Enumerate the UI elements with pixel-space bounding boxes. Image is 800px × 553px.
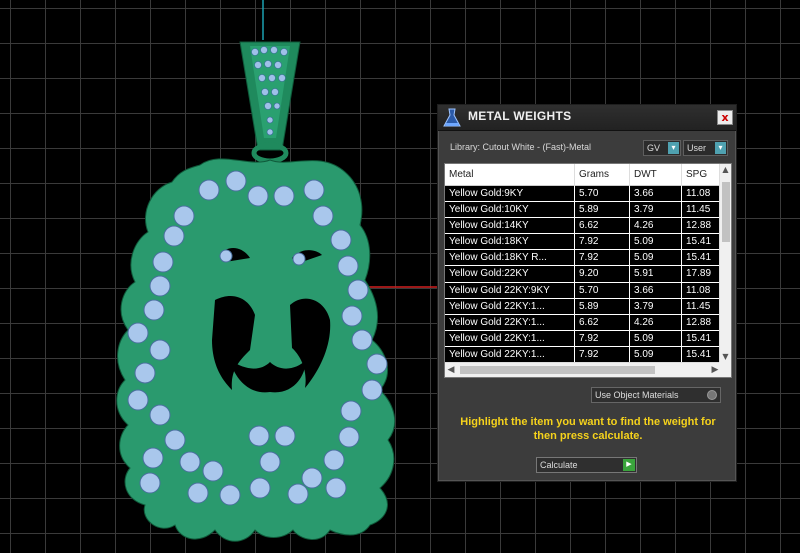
cell-dwt: 5.91 (630, 266, 682, 283)
cell-dwt: 5.09 (630, 330, 682, 347)
panel-title: METAL WEIGHTS (468, 109, 572, 123)
table-row[interactable]: Yellow Gold:10KY 5.89 3.79 11.45 (445, 202, 721, 219)
cell-metal: Yellow Gold:9KY (445, 186, 575, 202)
cell-metal: Yellow Gold:18KY R... (445, 250, 575, 267)
cell-spg: 11.45 (686, 204, 711, 216)
cell-grams: 5.89 (575, 202, 630, 219)
table-row[interactable]: Yellow Gold:18KY R... 7.92 5.09 15.41 (445, 250, 721, 267)
cell-dwt: 4.26 (630, 218, 682, 235)
metal-weights-panel: METAL WEIGHTS x Library: Cutout White - … (437, 104, 737, 482)
cell-grams: 6.62 (575, 218, 630, 235)
cell-dwt: 3.66 (630, 186, 682, 202)
table-row[interactable]: Yellow Gold 22KY:1... 7.92 5.09 15.41 (445, 330, 721, 347)
cell-dwt: 5.09 (630, 346, 682, 363)
cell-grams: 5.70 (575, 282, 630, 299)
cell-dwt: 4.26 (630, 314, 682, 331)
cell-spg: 12.88 (686, 316, 712, 328)
cell-grams: 5.70 (575, 186, 630, 202)
table-row[interactable]: Yellow Gold 22KY:1... 7.92 5.09 15.41 (445, 346, 721, 364)
scroll-thumb[interactable] (722, 182, 730, 242)
calculate-label: Calculate (540, 460, 578, 470)
cell-metal: Yellow Gold:18KY (445, 234, 575, 251)
cell-metal: Yellow Gold:14KY (445, 218, 575, 235)
flask-icon (443, 108, 461, 127)
cell-metal: Yellow Gold 22KY:1... (445, 314, 575, 331)
cell-spg: 15.41 (686, 252, 712, 264)
cell-dwt: 3.79 (630, 202, 682, 219)
gv-select-value: GV (647, 143, 661, 153)
table-row[interactable]: Yellow Gold:18KY 7.92 5.09 15.41 (445, 234, 721, 251)
table-row[interactable]: Yellow Gold:22KY 9.20 5.91 17.89 (445, 266, 721, 283)
cell-grams: 7.92 (575, 250, 630, 267)
instruction-text: Highlight the item you want to find the … (460, 416, 716, 442)
user-select[interactable]: User ▾ (683, 140, 728, 156)
cell-grams: 9.20 (575, 266, 630, 283)
cell-grams: 7.92 (575, 234, 630, 251)
cell-spg: 12.88 (686, 220, 712, 232)
table-row[interactable]: Yellow Gold 22KY:1... 5.89 3.79 11.45 (445, 298, 721, 315)
scroll-up-icon[interactable]: ▲ (720, 164, 731, 176)
cell-grams: 5.89 (575, 298, 630, 315)
user-select-value: User (687, 143, 707, 153)
cell-grams: 6.62 (575, 314, 630, 331)
library-label: Library: Cutout White - (Fast)-Metal (450, 142, 592, 152)
cell-spg: 11.08 (686, 188, 711, 199)
use-object-materials-label: Use Object Materials (595, 390, 679, 400)
cell-spg: 15.41 (686, 332, 712, 344)
vertical-scrollbar[interactable]: ▲ ▼ (719, 164, 731, 363)
gv-select[interactable]: GV ▾ (643, 140, 681, 156)
scroll-thumb[interactable] (460, 366, 655, 374)
column-header-dwt[interactable]: DWT (630, 164, 682, 186)
table-row[interactable]: Yellow Gold:14KY 6.62 4.26 12.88 (445, 218, 721, 235)
close-button[interactable]: x (717, 110, 733, 125)
cell-spg: 15.41 (686, 236, 712, 248)
table-header: Metal Grams DWT SPG (445, 164, 721, 186)
scroll-corner (719, 362, 731, 377)
play-icon: ▶ (623, 459, 635, 471)
cell-spg: 17.89 (686, 268, 712, 280)
horizontal-scrollbar[interactable]: ◀ ▶ (445, 362, 721, 377)
radio-icon (707, 390, 717, 400)
metal-table[interactable]: Metal Grams DWT SPG Yellow Gold:9KY 5.70 3… (444, 163, 732, 378)
chevron-down-icon: ▾ (668, 142, 679, 154)
column-header-metal[interactable]: Metal (445, 164, 575, 186)
cell-spg: 11.45 (686, 300, 711, 312)
cell-metal: Yellow Gold:22KY (445, 266, 575, 283)
cell-metal: Yellow Gold 22KY:9KY (445, 282, 575, 299)
cell-dwt: 5.09 (630, 250, 682, 267)
cell-spg: 15.41 (686, 348, 712, 360)
scroll-left-icon[interactable]: ◀ (445, 363, 457, 377)
cell-dwt: 3.79 (630, 298, 682, 315)
cell-dwt: 3.66 (630, 282, 682, 299)
cell-metal: Yellow Gold 22KY:1... (445, 330, 575, 347)
cell-metal: Yellow Gold 22KY:1... (445, 346, 575, 363)
table-row[interactable]: Yellow Gold:9KY 5.70 3.66 11.08 (445, 186, 721, 203)
table-body: Yellow Gold:9KY 5.70 3.66 11.08 Yellow Gold:… (445, 186, 721, 364)
table-row[interactable]: Yellow Gold 22KY:1... 6.62 4.26 12.88 (445, 314, 721, 331)
calculate-button[interactable]: Calculate ▶ (536, 457, 637, 473)
cell-grams: 7.92 (575, 346, 630, 363)
chevron-down-icon: ▾ (715, 142, 726, 154)
column-header-spg[interactable]: SPG (682, 164, 721, 186)
pendant-bail (239, 41, 301, 164)
3d-viewport[interactable]: METAL WEIGHTS x Library: Cutout White - … (0, 0, 800, 553)
cell-dwt: 5.09 (630, 234, 682, 251)
cell-metal: Yellow Gold:10KY (445, 202, 575, 219)
cell-grams: 7.92 (575, 330, 630, 347)
table-row[interactable]: Yellow Gold 22KY:9KY 5.70 3.66 11.08 (445, 282, 721, 299)
cell-metal: Yellow Gold 22KY:1... (445, 298, 575, 315)
use-object-materials-toggle[interactable]: Use Object Materials (591, 387, 721, 403)
cell-spg: 11.08 (686, 284, 711, 296)
column-header-grams[interactable]: Grams (575, 164, 630, 186)
panel-titlebar[interactable]: METAL WEIGHTS x (438, 105, 736, 131)
